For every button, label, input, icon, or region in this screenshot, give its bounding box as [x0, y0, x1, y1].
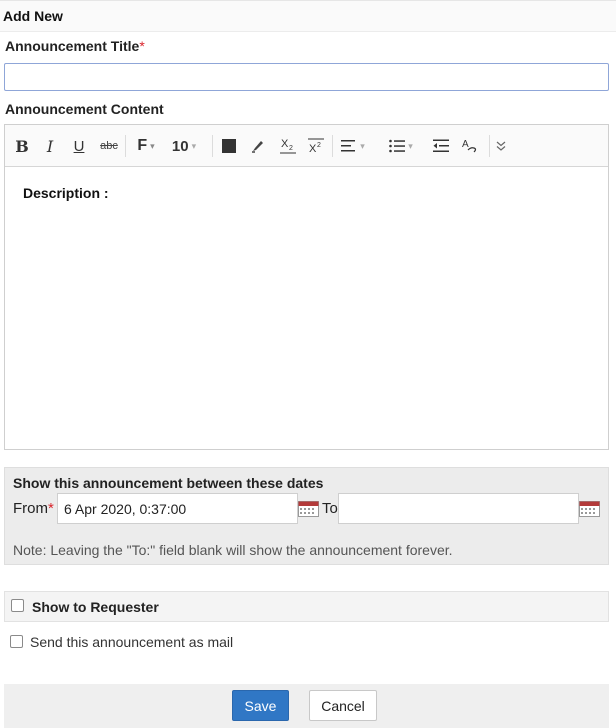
svg-text:X: X — [309, 143, 317, 155]
toolbar-divider — [332, 135, 333, 157]
form-footer: Save Cancel — [4, 684, 609, 728]
save-button[interactable]: Save — [232, 690, 289, 721]
required-mark: * — [139, 38, 145, 54]
editor-description-text: Description : — [23, 185, 109, 201]
to-date-input[interactable] — [338, 493, 579, 524]
svg-text:2: 2 — [317, 142, 321, 149]
editor-content-area[interactable]: Description : — [5, 167, 608, 201]
svg-text:A: A — [462, 139, 469, 150]
to-label: To — [322, 500, 338, 517]
italic-icon[interactable]: I — [42, 134, 58, 158]
from-calendar-icon[interactable] — [298, 501, 319, 517]
toolbar-divider — [489, 135, 490, 157]
from-label: From* — [13, 500, 54, 517]
announcement-title-input[interactable] — [4, 63, 609, 91]
cancel-button[interactable]: Cancel — [309, 690, 377, 721]
from-date-input[interactable] — [57, 493, 298, 524]
subscript-icon[interactable]: X2 — [279, 134, 297, 158]
svg-text:2: 2 — [289, 145, 293, 152]
show-to-requester-row: Show to Requester — [4, 591, 609, 622]
font-size-dropdown[interactable]: 10 ▾ — [169, 134, 199, 158]
announcement-title-label: Announcement Title* — [5, 38, 145, 54]
strikethrough-icon[interactable]: abc — [99, 134, 119, 158]
date-range-title: Show this announcement between these dat… — [13, 475, 324, 491]
page-title: Add New — [3, 8, 63, 24]
outdent-icon[interactable] — [432, 134, 450, 158]
show-to-requester-label: Show to Requester — [32, 599, 159, 615]
more-icon[interactable] — [493, 134, 509, 158]
editor-toolbar: B I U abc F ▾ 10 ▾ X 2 X 2 ▾ ▾ A — [5, 125, 608, 167]
rich-text-editor: B I U abc F ▾ 10 ▾ X 2 X 2 ▾ ▾ A Descrip… — [4, 124, 609, 450]
list-icon[interactable]: ▾ — [386, 134, 416, 158]
dates-note: Note: Leaving the "To:" field blank will… — [13, 542, 453, 558]
align-icon[interactable]: ▾ — [339, 134, 367, 158]
page-header: Add New — [0, 0, 616, 32]
font-family-icon[interactable]: F ▾ — [135, 134, 157, 158]
underline-icon[interactable]: U — [71, 134, 87, 158]
bold-icon[interactable]: B — [14, 134, 30, 158]
send-as-mail-checkbox[interactable] — [10, 635, 23, 648]
spellcheck-icon[interactable]: A — [461, 134, 479, 158]
send-as-mail-label: Send this announcement as mail — [30, 634, 234, 650]
superscript-icon[interactable]: X2 — [307, 134, 325, 158]
font-color-icon[interactable] — [220, 134, 238, 158]
show-to-requester-checkbox[interactable] — [11, 599, 24, 612]
announcement-content-label: Announcement Content — [5, 101, 164, 117]
svg-text:X: X — [281, 138, 289, 150]
date-range-panel: Show this announcement between these dat… — [4, 467, 609, 565]
toolbar-divider — [212, 135, 213, 157]
toolbar-divider — [125, 135, 126, 157]
to-calendar-icon[interactable] — [579, 501, 600, 517]
highlight-icon[interactable] — [249, 134, 267, 158]
